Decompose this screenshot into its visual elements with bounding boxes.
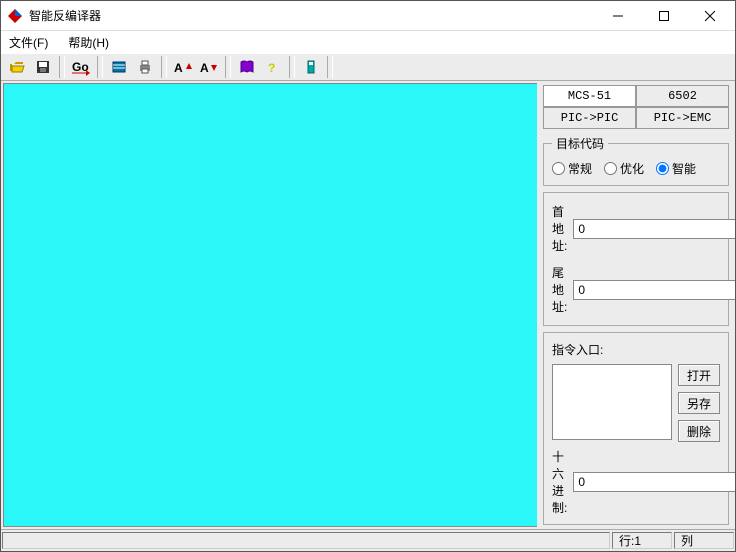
book-icon[interactable] [235, 56, 259, 78]
svg-text:?: ? [268, 61, 275, 75]
status-main [2, 532, 610, 549]
saveas-button[interactable]: 另存 [678, 392, 720, 414]
entry-legend: 指令入口: [552, 341, 720, 358]
app-icon [7, 8, 23, 24]
block-icon[interactable] [107, 56, 131, 78]
window-title: 智能反编译器 [29, 7, 595, 24]
cpu-tabs: MCS-51 6502 PIC->PIC PIC->EMC [543, 85, 729, 129]
maximize-button[interactable] [641, 2, 687, 30]
start-address-label: 首地址: [552, 203, 567, 254]
target-code-group: 目标代码 常规 优化 智能 [543, 135, 729, 186]
svg-text:A: A [200, 61, 209, 75]
statusbar: 行:1 列 [1, 529, 735, 551]
main-area: MCS-51 6502 PIC->PIC PIC->EMC 目标代码 常规 优化… [1, 81, 735, 529]
entry-group: 指令入口: 打开 另存 删除 十六进制: 添加 [543, 332, 729, 525]
tab-mcs51[interactable]: MCS-51 [543, 85, 636, 107]
radio-smart[interactable]: 智能 [656, 160, 696, 177]
open-button[interactable]: 打开 [678, 364, 720, 386]
entry-listbox[interactable] [552, 364, 672, 440]
go-icon[interactable]: Go [69, 56, 93, 78]
status-row: 行:1 [612, 532, 672, 549]
minimize-button[interactable] [595, 2, 641, 30]
status-col: 列 [674, 532, 734, 549]
toolbar-separator [289, 56, 295, 78]
toolbar-separator [59, 56, 65, 78]
hex-input[interactable] [573, 472, 735, 492]
font-decrease-icon[interactable]: A [197, 56, 221, 78]
radio-optimize[interactable]: 优化 [604, 160, 644, 177]
toolbar-separator [161, 56, 167, 78]
address-group: 首地址: 尾地址: [543, 192, 729, 326]
menu-file[interactable]: 文件(F) [5, 32, 52, 53]
tab-6502[interactable]: 6502 [636, 85, 729, 107]
open-icon[interactable] [5, 56, 29, 78]
menubar: 文件(F) 帮助(H) [1, 31, 735, 53]
menu-help[interactable]: 帮助(H) [64, 32, 113, 53]
toolbar-separator [97, 56, 103, 78]
target-code-legend: 目标代码 [552, 135, 608, 152]
start-address-input[interactable] [573, 219, 735, 239]
editor-canvas[interactable] [3, 83, 537, 527]
hex-label: 十六进制: [552, 448, 567, 516]
end-address-label: 尾地址: [552, 264, 567, 315]
tab-pic-emc[interactable]: PIC->EMC [636, 107, 729, 129]
toolbar: Go A A ? [1, 53, 735, 81]
toolbar-separator [225, 56, 231, 78]
close-button[interactable] [687, 2, 733, 30]
radio-normal[interactable]: 常规 [552, 160, 592, 177]
delete-button[interactable]: 删除 [678, 420, 720, 442]
print-icon[interactable] [133, 56, 157, 78]
end-address-input[interactable] [573, 280, 735, 300]
tab-pic-pic[interactable]: PIC->PIC [543, 107, 636, 129]
column-icon[interactable] [299, 56, 323, 78]
toolbar-separator [327, 56, 333, 78]
save-icon[interactable] [31, 56, 55, 78]
svg-text:A: A [174, 61, 183, 75]
help-icon[interactable]: ? [261, 56, 285, 78]
sidebar: MCS-51 6502 PIC->PIC PIC->EMC 目标代码 常规 优化… [537, 81, 735, 529]
titlebar: 智能反编译器 [1, 1, 735, 31]
font-increase-icon[interactable]: A [171, 56, 195, 78]
